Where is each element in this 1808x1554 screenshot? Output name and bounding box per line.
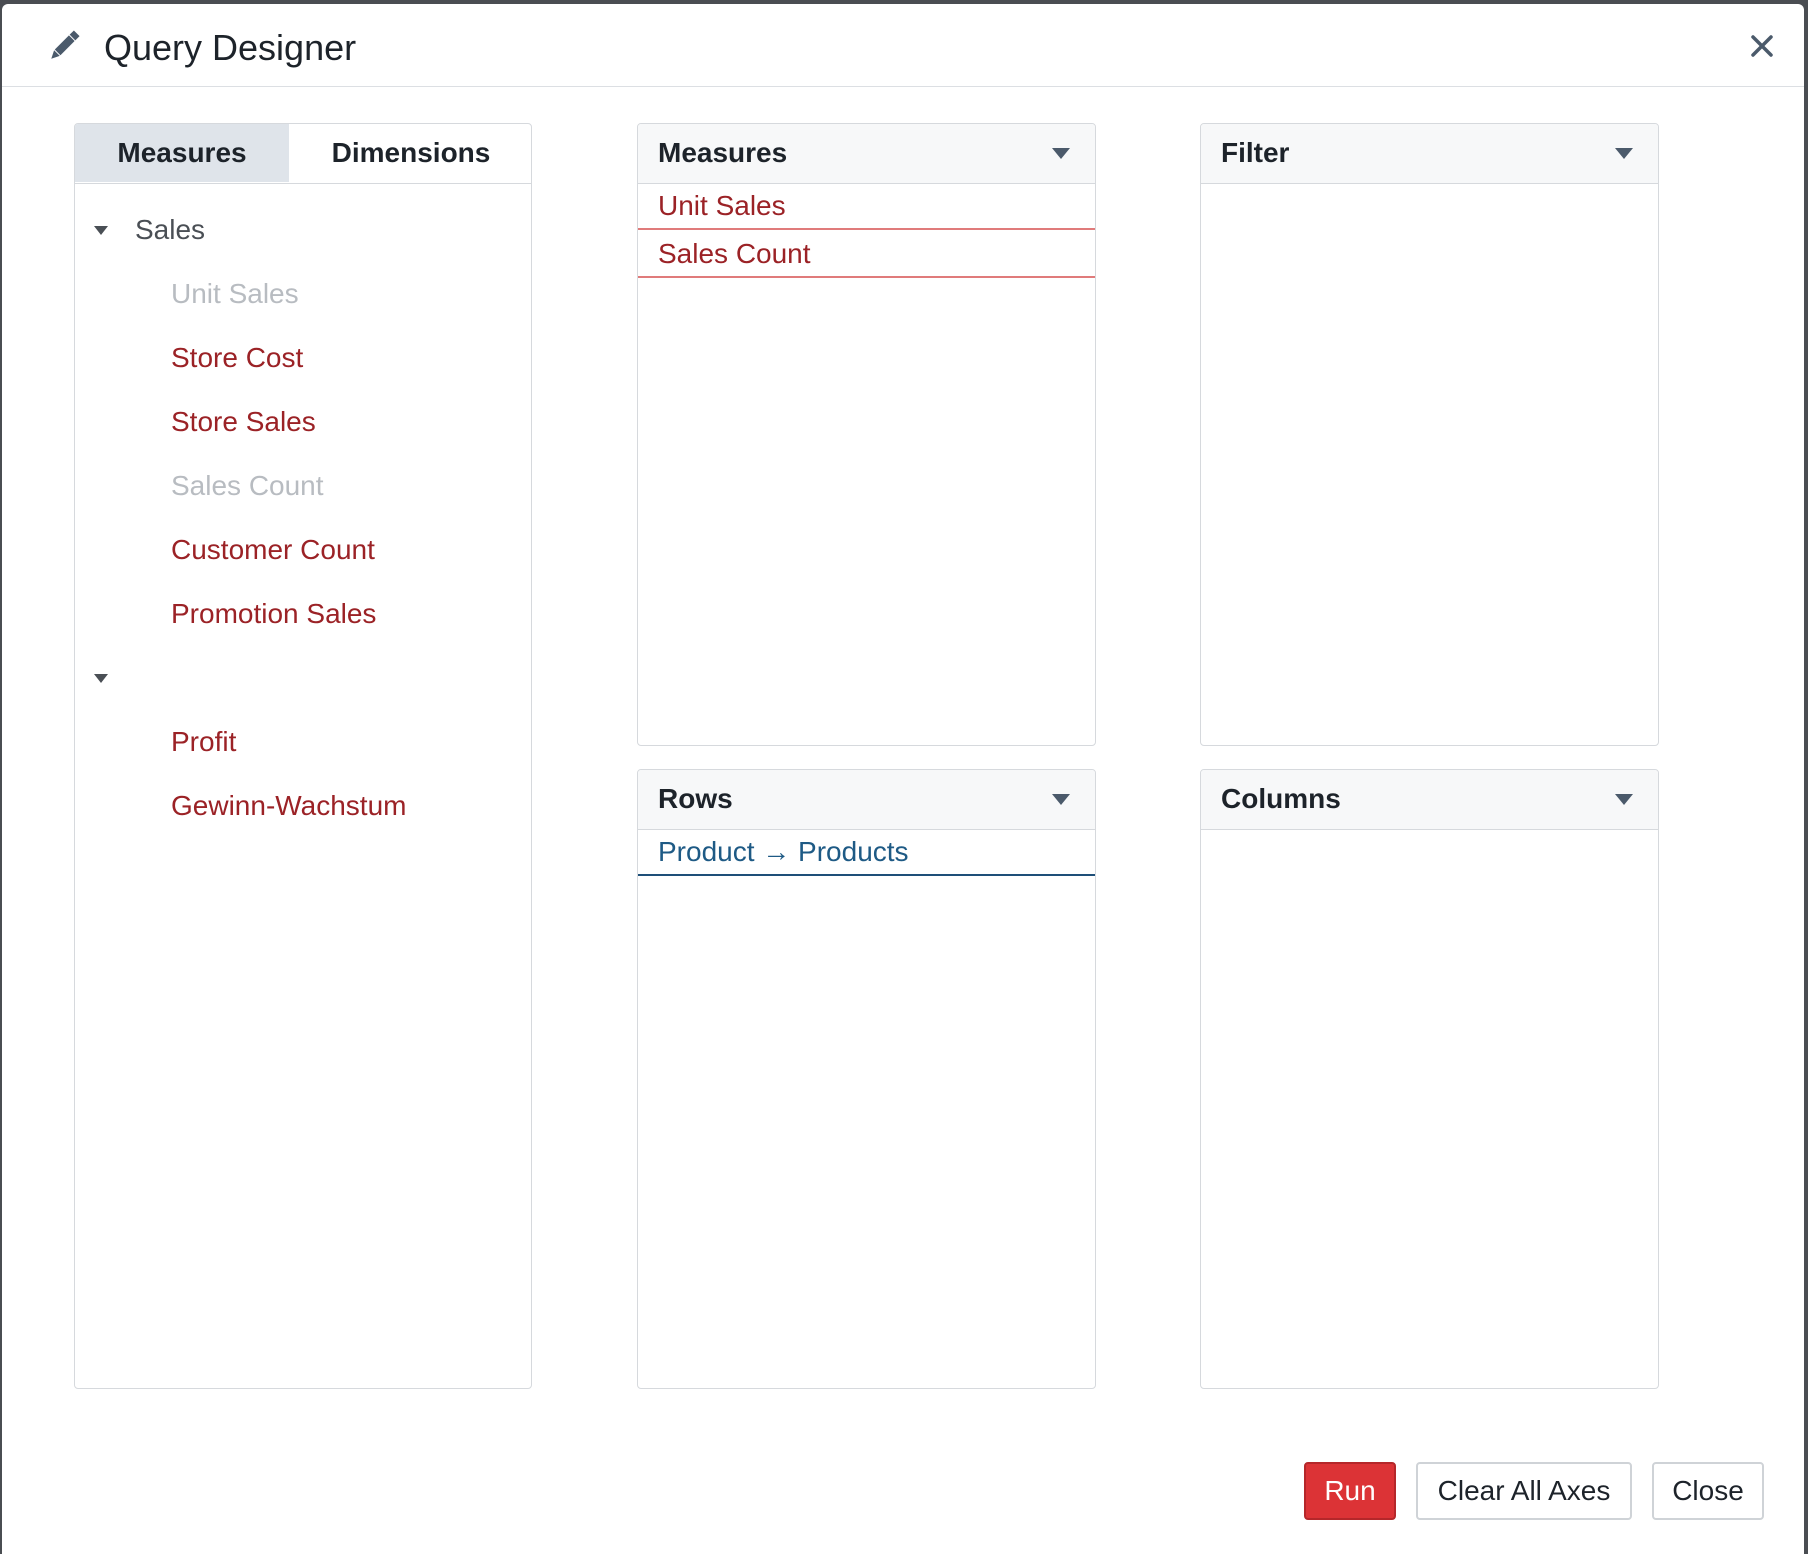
caret-down-icon[interactable] <box>1614 146 1634 160</box>
tree-item-store-sales[interactable]: Store Sales <box>171 402 316 442</box>
caret-down-icon[interactable] <box>93 672 109 684</box>
run-button[interactable]: Run <box>1304 1462 1396 1520</box>
pencil-icon <box>51 30 80 59</box>
close-icon[interactable] <box>1742 26 1782 66</box>
rows-axis-header: Rows <box>638 770 1095 830</box>
tab-dimensions[interactable]: Dimensions <box>289 124 531 182</box>
tree-item-gewinn-wachstum[interactable]: Gewinn-Wachstum <box>171 786 406 826</box>
caret-down-icon[interactable] <box>93 224 109 236</box>
columns-axis-header: Columns <box>1201 770 1658 830</box>
source-panel: Measures Dimensions Sales Unit Sales Sto… <box>74 123 532 1389</box>
columns-axis-title: Columns <box>1221 783 1341 814</box>
rows-axis-panel[interactable]: Rows Product → Products <box>637 769 1096 1389</box>
filter-axis-title: Filter <box>1221 137 1290 168</box>
axis-item-product-products[interactable]: Product → Products <box>638 830 1095 876</box>
tree-item-unit-sales: Unit Sales <box>171 278 299 309</box>
clear-all-axes-button[interactable]: Clear All Axes <box>1416 1462 1632 1520</box>
source-tabs: Measures Dimensions <box>75 124 531 184</box>
axis-item-unit-sales[interactable]: Unit Sales <box>638 184 1095 230</box>
measures-axis-header: Measures <box>638 124 1095 184</box>
caret-down-icon[interactable] <box>1051 792 1071 806</box>
axis-item-sales-count[interactable]: Sales Count <box>638 232 1095 278</box>
dialog-title: Query Designer <box>104 27 357 68</box>
columns-axis-panel[interactable]: Columns <box>1200 769 1659 1389</box>
measures-axis-title: Measures <box>658 137 788 168</box>
query-designer-dialog: Query Designer Measures Dimensions Sales… <box>2 4 1804 1554</box>
tree-item-customer-count[interactable]: Customer Count <box>171 530 375 570</box>
tree-item-sales-count: Sales Count <box>171 470 324 501</box>
dialog-header: Query Designer <box>2 4 1804 87</box>
tree-group-sales[interactable]: Sales <box>135 210 205 250</box>
tab-measures[interactable]: Measures <box>75 124 289 182</box>
tree-item-store-cost[interactable]: Store Cost <box>171 338 303 378</box>
filter-axis-header: Filter <box>1201 124 1658 184</box>
close-button[interactable]: Close <box>1652 1462 1764 1520</box>
tree-item-promotion-sales[interactable]: Promotion Sales <box>171 594 376 634</box>
caret-down-icon[interactable] <box>1614 792 1634 806</box>
caret-down-icon[interactable] <box>1051 146 1071 160</box>
measures-axis-panel[interactable]: Measures Unit Sales Sales Count <box>637 123 1096 746</box>
tree-item-profit[interactable]: Profit <box>171 722 236 762</box>
rows-axis-title: Rows <box>658 783 733 814</box>
filter-axis-panel[interactable]: Filter <box>1200 123 1659 746</box>
